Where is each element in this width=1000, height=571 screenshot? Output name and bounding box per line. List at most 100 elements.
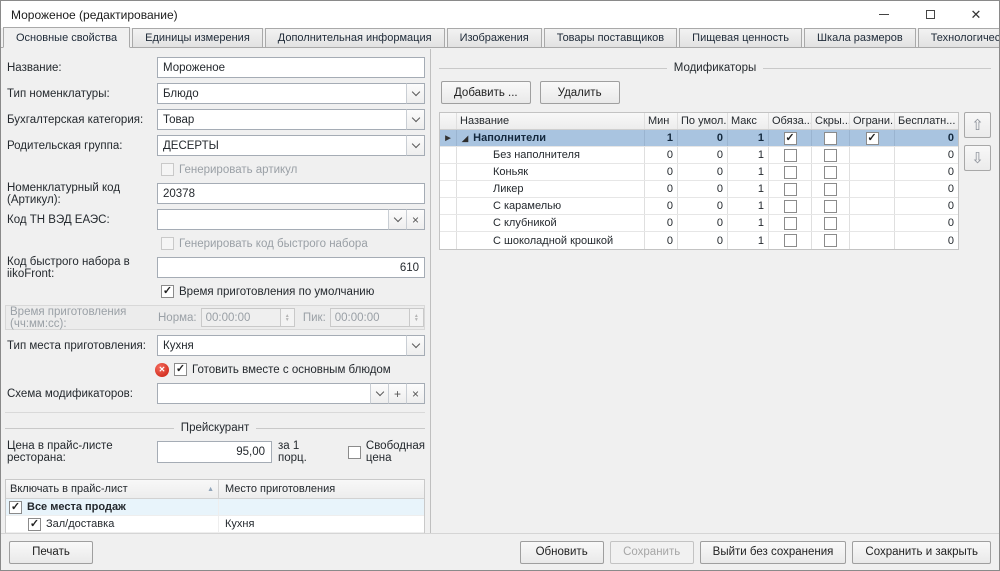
hidden-checkbox[interactable] xyxy=(824,217,837,230)
min-value[interactable]: 0 xyxy=(645,198,678,214)
default-value[interactable]: 0 xyxy=(678,198,728,214)
modifier-row[interactable]: Коньяк 0 0 1 0 xyxy=(440,164,958,181)
column-header-default[interactable]: По умол... xyxy=(678,113,728,129)
save-and-close-button[interactable]: Сохранить и закрыть xyxy=(852,541,991,564)
tab-tech-cards[interactable]: Технологические карты xyxy=(918,28,1000,47)
default-value[interactable]: 0 xyxy=(678,147,728,163)
norm-time-input[interactable]: 00:00:00 xyxy=(201,308,281,327)
min-value[interactable]: 0 xyxy=(645,215,678,231)
required-checkbox[interactable] xyxy=(784,217,797,230)
fastcode-input[interactable]: 610 xyxy=(157,257,425,278)
exit-without-saving-button[interactable]: Выйти без сохранения xyxy=(700,541,847,564)
max-value[interactable]: 1 xyxy=(728,215,769,231)
free-value[interactable]: 0 xyxy=(895,232,958,249)
accounting-category-select[interactable]: Товар xyxy=(157,109,407,130)
required-checkbox[interactable] xyxy=(784,132,797,145)
modifier-row[interactable]: Ликер 0 0 1 0 xyxy=(440,181,958,198)
min-value[interactable]: 0 xyxy=(645,181,678,197)
free-value[interactable]: 0 xyxy=(895,164,958,180)
peak-spinner[interactable]: ▲▼ xyxy=(410,308,424,327)
tab-units[interactable]: Единицы измерения xyxy=(132,28,263,47)
price-input[interactable]: 95,00 xyxy=(157,441,272,463)
generate-article-checkbox[interactable] xyxy=(161,163,174,176)
tab-supplier-goods[interactable]: Товары поставщиков xyxy=(544,28,677,47)
max-value[interactable]: 1 xyxy=(728,147,769,163)
save-button[interactable]: Сохранить xyxy=(610,541,694,564)
hidden-checkbox[interactable] xyxy=(824,200,837,213)
default-value[interactable]: 0 xyxy=(678,164,728,180)
move-up-button[interactable]: ⇧ xyxy=(964,112,991,138)
column-header-required[interactable]: Обяза... xyxy=(769,113,812,129)
print-button[interactable]: Печать xyxy=(9,541,93,564)
required-checkbox[interactable] xyxy=(784,200,797,213)
free-price-checkbox[interactable] xyxy=(348,446,361,459)
row-checkbox[interactable] xyxy=(28,518,41,531)
limited-checkbox[interactable] xyxy=(866,132,879,145)
default-value[interactable]: 0 xyxy=(678,130,728,146)
hidden-checkbox[interactable] xyxy=(824,149,837,162)
tnved-clear-button[interactable]: × xyxy=(406,209,425,230)
default-value[interactable]: 0 xyxy=(678,215,728,231)
column-header-place[interactable]: Место приготовления xyxy=(219,483,424,495)
required-checkbox[interactable] xyxy=(784,149,797,162)
default-value[interactable]: 0 xyxy=(678,181,728,197)
column-header-limited[interactable]: Ограни... xyxy=(850,113,895,129)
refresh-button[interactable]: Обновить xyxy=(520,541,604,564)
tnved-code-input[interactable] xyxy=(157,209,389,230)
max-value[interactable]: 1 xyxy=(728,181,769,197)
column-header-max[interactable]: Макс xyxy=(728,113,769,129)
name-input[interactable]: Мороженое xyxy=(157,57,425,78)
parent-group-dropdown-button[interactable] xyxy=(406,135,425,156)
modifier-scheme-input[interactable] xyxy=(157,383,371,404)
column-header-include[interactable]: Включать в прайс-лист ▲ xyxy=(6,480,219,498)
default-value[interactable]: 0 xyxy=(678,232,728,249)
min-value[interactable]: 0 xyxy=(645,232,678,249)
hidden-checkbox[interactable] xyxy=(824,166,837,179)
column-header-min[interactable]: Мин xyxy=(645,113,678,129)
tab-images[interactable]: Изображения xyxy=(447,28,542,47)
modifier-scheme-clear-button[interactable]: × xyxy=(406,383,425,404)
min-value[interactable]: 0 xyxy=(645,147,678,163)
tab-main-properties[interactable]: Основные свойства xyxy=(3,27,130,48)
table-row[interactable]: Все места продаж xyxy=(6,499,424,516)
cookplace-type-select[interactable]: Кухня xyxy=(157,335,407,356)
hidden-checkbox[interactable] xyxy=(824,183,837,196)
close-button[interactable]: ✕ xyxy=(953,1,999,28)
nomenclature-type-select[interactable]: Блюдо xyxy=(157,83,407,104)
accounting-category-dropdown-button[interactable] xyxy=(406,109,425,130)
cook-together-checkbox[interactable] xyxy=(174,363,187,376)
tnved-dropdown-button[interactable] xyxy=(388,209,407,230)
parent-group-select[interactable]: ДЕСЕРТЫ xyxy=(157,135,407,156)
generate-fastcode-checkbox[interactable] xyxy=(161,237,174,250)
move-down-button[interactable]: ⇩ xyxy=(964,145,991,171)
max-value[interactable]: 1 xyxy=(728,164,769,180)
table-row[interactable]: Зал/доставка Кухня xyxy=(6,516,424,533)
column-header-free[interactable]: Бесплатн... xyxy=(895,113,958,129)
delete-modifier-button[interactable]: Удалить xyxy=(540,81,620,104)
free-value[interactable]: 0 xyxy=(895,147,958,163)
tab-size-scale[interactable]: Шкала размеров xyxy=(804,28,916,47)
required-checkbox[interactable] xyxy=(784,166,797,179)
modifier-scheme-dropdown-button[interactable] xyxy=(370,383,389,404)
column-header-hidden[interactable]: Скры... xyxy=(812,113,850,129)
modifier-row[interactable]: С шоколадной крошкой 0 0 1 0 xyxy=(440,232,958,249)
min-value[interactable]: 1 xyxy=(645,130,678,146)
required-checkbox[interactable] xyxy=(784,183,797,196)
max-value[interactable]: 1 xyxy=(728,198,769,214)
min-value[interactable]: 0 xyxy=(645,164,678,180)
column-header-name[interactable]: Название xyxy=(457,113,645,129)
row-checkbox[interactable] xyxy=(9,501,22,514)
cookplace-dropdown-button[interactable] xyxy=(406,335,425,356)
peak-time-input[interactable]: 00:00:00 xyxy=(330,308,410,327)
default-cooktime-checkbox[interactable] xyxy=(161,285,174,298)
hidden-checkbox[interactable] xyxy=(824,234,837,247)
free-value[interactable]: 0 xyxy=(895,181,958,197)
modifier-row[interactable]: С клубникой 0 0 1 0 xyxy=(440,215,958,232)
add-modifier-button[interactable]: Добавить ... xyxy=(441,81,531,104)
norm-spinner[interactable]: ▲▼ xyxy=(281,308,295,327)
required-checkbox[interactable] xyxy=(784,234,797,247)
minimize-button[interactable] xyxy=(861,1,907,28)
nomenclature-type-dropdown-button[interactable] xyxy=(406,83,425,104)
expand-icon[interactable]: ◢ xyxy=(462,134,468,143)
tab-nutrition[interactable]: Пищевая ценность xyxy=(679,28,802,47)
